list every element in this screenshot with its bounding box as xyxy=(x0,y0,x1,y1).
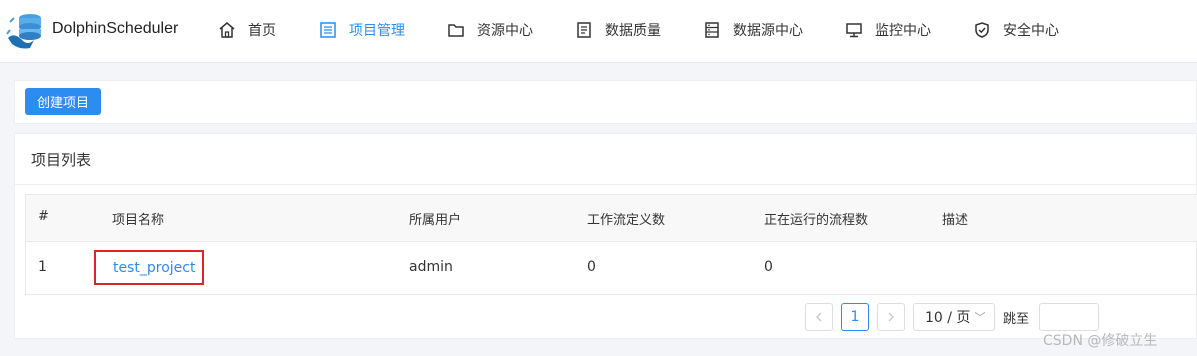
panel-title: 项目列表 xyxy=(31,151,92,169)
nav-item-projects[interactable]: 项目管理 xyxy=(319,18,405,42)
nav-item-label: 数据质量 xyxy=(605,23,661,39)
divider xyxy=(15,184,1197,185)
nav-item-resources[interactable]: 资源中心 xyxy=(447,18,533,42)
jump-label: 跳至 xyxy=(1003,312,1030,327)
nav-item-label: 数据源中心 xyxy=(733,23,803,39)
nav-item-label: 监控中心 xyxy=(875,23,931,39)
home-icon xyxy=(219,22,235,38)
watermark: CSDN @修破立生 xyxy=(1043,333,1158,349)
row-definitions: 0 xyxy=(587,259,596,275)
column-header-index: # xyxy=(38,209,49,224)
column-header-definitions[interactable]: 工作流定义数 xyxy=(587,209,665,228)
dolphin-logo-icon[interactable] xyxy=(4,10,50,52)
page-size-select[interactable]: 10 / 页 ﹀ xyxy=(913,303,995,331)
nav-item-datasource[interactable]: 数据源中心 xyxy=(703,18,803,42)
column-header-user[interactable]: 所属用户 xyxy=(409,209,461,228)
chevron-down-icon: ﹀ xyxy=(974,311,986,324)
top-navbar: DolphinScheduler 首页 项目管理 资源中心 数据质量 数据源中心… xyxy=(0,0,1197,63)
jump-page-input[interactable] xyxy=(1039,303,1099,331)
nav-item-label: 项目管理 xyxy=(349,23,405,39)
monitor-icon xyxy=(846,23,862,38)
brand-name: DolphinScheduler xyxy=(52,20,179,37)
nav-item-label: 资源中心 xyxy=(477,23,533,39)
column-header-description: 描述 xyxy=(942,213,969,228)
page-size-value: 10 / 页 xyxy=(925,310,971,326)
page-button-current[interactable]: 1 xyxy=(841,303,869,331)
nav-item-label: 首页 xyxy=(248,23,276,39)
chevron-right-icon xyxy=(888,312,894,322)
prev-page-button[interactable] xyxy=(805,303,833,331)
nav-item-home[interactable]: 首页 xyxy=(218,18,276,42)
row-user: admin xyxy=(409,259,453,275)
nav-item-security[interactable]: 安全中心 xyxy=(973,18,1059,42)
nav-item-label: 安全中心 xyxy=(1003,23,1059,39)
project-name-highlight[interactable]: test_project xyxy=(94,250,204,285)
database-icon xyxy=(705,22,719,38)
row-running: 0 xyxy=(764,259,773,275)
folder-icon xyxy=(448,24,464,37)
column-header-name[interactable]: 项目名称 xyxy=(112,209,164,228)
row-index: 1 xyxy=(38,259,47,275)
nav-item-monitor[interactable]: 监控中心 xyxy=(845,18,931,42)
create-project-button[interactable]: 创建项目 xyxy=(25,88,101,115)
action-bar xyxy=(14,80,1197,124)
document-icon xyxy=(577,22,591,38)
chevron-left-icon xyxy=(816,312,822,322)
column-header-running[interactable]: 正在运行的流程数 xyxy=(764,209,868,228)
next-page-button[interactable] xyxy=(877,303,905,331)
nav-item-data-quality[interactable]: 数据质量 xyxy=(575,18,661,42)
project-name-link[interactable]: test_project xyxy=(113,260,195,276)
list-icon xyxy=(320,22,336,38)
shield-icon xyxy=(975,22,989,38)
